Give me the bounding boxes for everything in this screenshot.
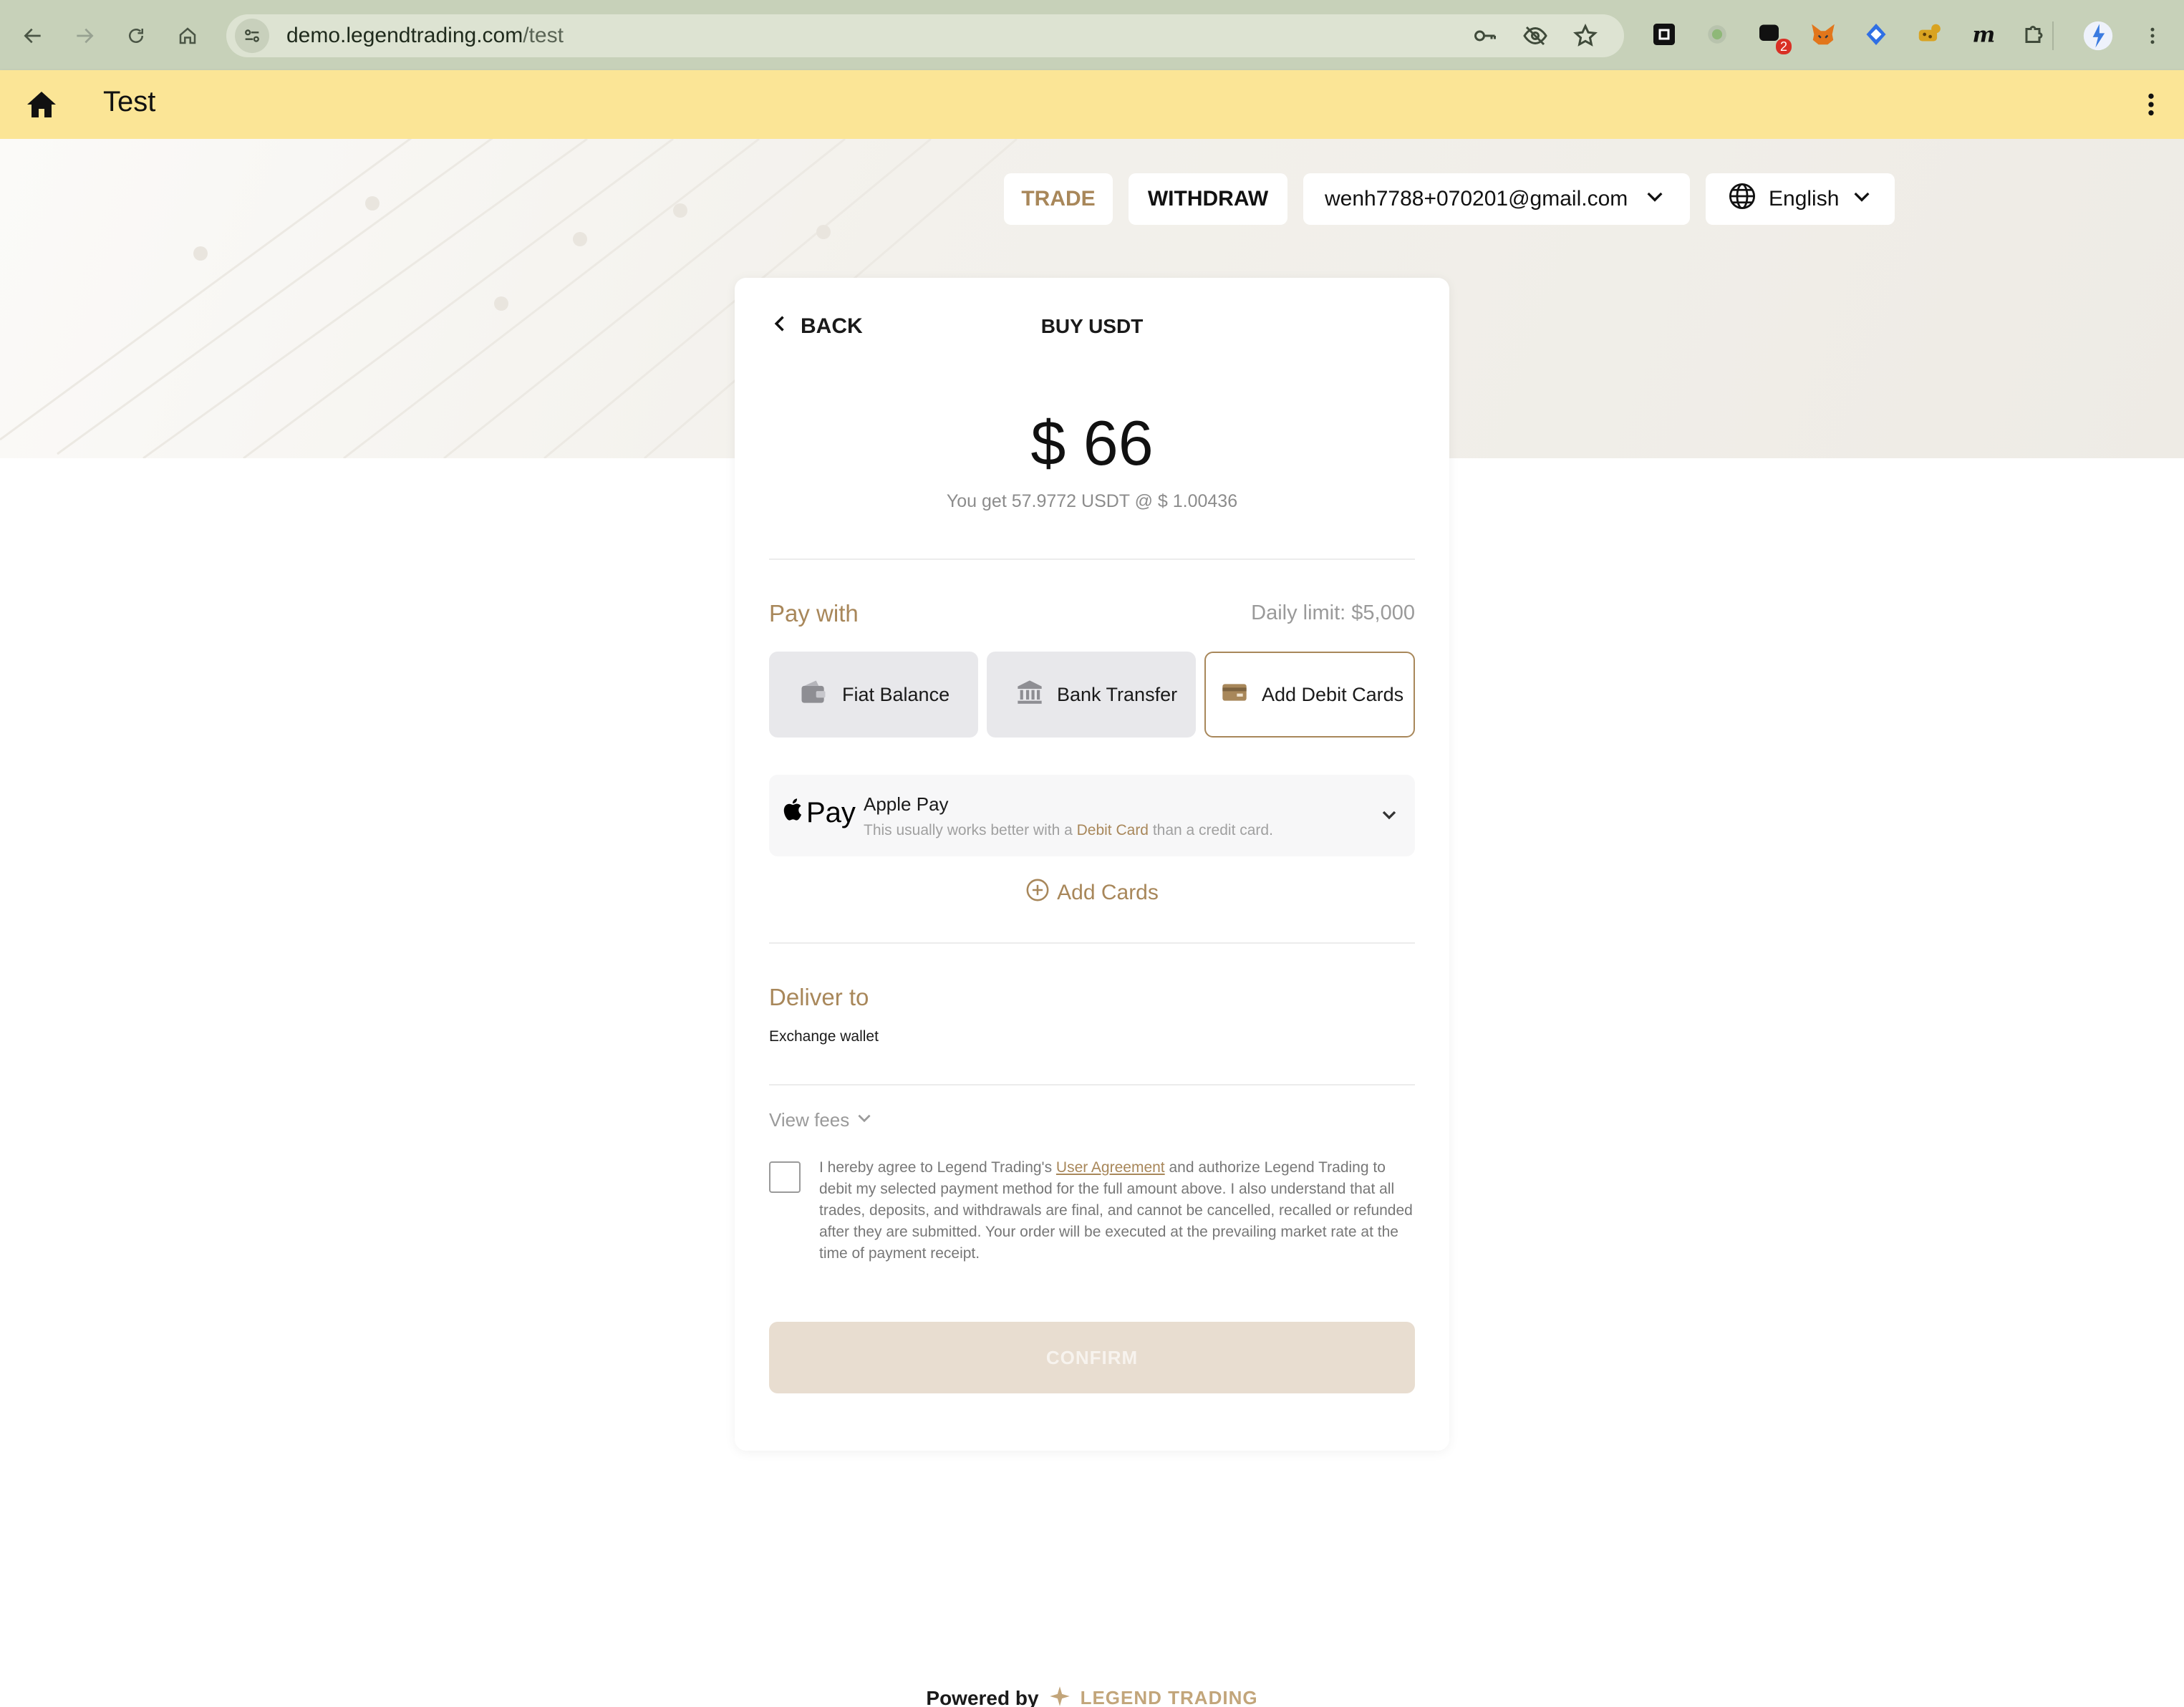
toolbar-divider <box>2052 21 2054 50</box>
bank-icon <box>1015 678 1044 712</box>
language-dropdown[interactable]: English <box>1706 173 1895 225</box>
hint-debit-card: Debit Card <box>1076 822 1149 838</box>
chevron-down-icon <box>1378 803 1401 826</box>
apple-pay-name: Apple Pay <box>864 793 949 815</box>
chevron-down-icon <box>1643 185 1666 213</box>
card-title: BUY USDT <box>1040 315 1144 337</box>
eye-off-icon[interactable] <box>1518 19 1552 53</box>
circle-extension-icon[interactable] <box>1699 16 1736 53</box>
apple-icon <box>783 796 805 829</box>
add-cards-label: Add Cards <box>1057 881 1159 904</box>
app-bar: Test <box>0 70 2184 139</box>
browser-toolbar: demo.legendtrading.com/test 2 m <box>0 0 2184 70</box>
buy-card: BACK BUY USDT $ 66 You get 57.9772 USDT … <box>735 278 1449 1451</box>
powered-by-footer: Powered by LEGEND TRADING <box>0 1686 2184 1707</box>
url-domain: demo.legendtrading.com <box>286 24 523 47</box>
legend-trading-brand: LEGEND TRADING <box>1080 1687 1258 1707</box>
apple-pay-logo-text: Pay <box>806 796 856 828</box>
m-extension-icon[interactable]: m <box>1963 16 2001 53</box>
url-text: demo.legendtrading.com/test <box>286 24 564 48</box>
extension-badge: 2 <box>1775 39 1792 54</box>
withdraw-tab[interactable]: WITHDRAW <box>1129 173 1287 225</box>
confirm-button[interactable]: CONFIRM <box>769 1322 1415 1393</box>
legend-logo-icon <box>1049 1686 1071 1707</box>
add-debit-cards-option[interactable]: Add Debit Cards <box>1204 652 1415 738</box>
deliver-to-label: Deliver to <box>769 984 869 1010</box>
plus-circle-icon <box>1025 878 1050 908</box>
app-title: Test <box>103 86 156 117</box>
user-agreement-link[interactable]: User Agreement <box>1056 1159 1165 1176</box>
you-get-text: You get 57.9772 USDT @ $ 1.00436 <box>946 491 1238 511</box>
add-cards-button[interactable]: Add Cards <box>735 878 1449 908</box>
divider <box>769 1084 1415 1085</box>
daily-limit: Daily limit: $5,000 <box>1251 601 1415 624</box>
bank-transfer-option[interactable]: Bank Transfer <box>987 652 1196 738</box>
chevron-down-icon <box>855 1108 874 1132</box>
pay-with-label: Pay with <box>769 600 859 627</box>
fox-extension-icon[interactable] <box>1804 16 1842 53</box>
home-outline-icon[interactable] <box>169 17 206 54</box>
profile-avatar-icon[interactable] <box>2079 17 2117 54</box>
wallet-icon <box>798 677 829 713</box>
divider <box>769 942 1415 944</box>
trade-tab[interactable]: TRADE <box>1004 173 1113 225</box>
hint-after: than a credit card. <box>1149 822 1273 838</box>
back-arrow-icon[interactable] <box>14 17 52 54</box>
apple-pay-logo: Pay <box>783 796 856 829</box>
url-path: /test <box>523 24 564 47</box>
key-icon[interactable] <box>1468 19 1502 53</box>
fiat-balance-label: Fiat Balance <box>842 683 950 705</box>
card-icon <box>1220 678 1249 712</box>
apple-pay-hint: This usually works better with a Debit C… <box>864 822 1273 839</box>
powered-by-label: Powered by <box>926 1686 1039 1707</box>
more-vert-icon[interactable] <box>2134 87 2168 122</box>
chevron-down-icon <box>1850 185 1873 213</box>
chat-extension-icon[interactable]: 2 <box>1751 16 1792 54</box>
square-extension-icon[interactable] <box>1646 16 1683 53</box>
forward-arrow-icon[interactable] <box>66 17 103 54</box>
globe-icon <box>1727 181 1757 217</box>
account-dropdown[interactable]: wenh7788+070201@gmail.com <box>1303 173 1690 225</box>
site-settings-icon[interactable] <box>235 19 269 53</box>
view-fees-toggle[interactable]: View fees <box>769 1108 874 1132</box>
account-email: wenh7788+070201@gmail.com <box>1325 187 1628 211</box>
agreement-before: I hereby agree to Legend Trading's <box>819 1159 1056 1176</box>
language-label: English <box>1769 187 1840 211</box>
star-icon[interactable] <box>1568 19 1603 53</box>
browser-menu-icon[interactable] <box>2134 17 2171 54</box>
deliver-to-value: Exchange wallet <box>769 1028 879 1045</box>
view-fees-label: View fees <box>769 1109 850 1131</box>
home-icon[interactable] <box>24 87 59 122</box>
fiat-balance-option[interactable]: Fiat Balance <box>769 652 978 738</box>
agreement-checkbox[interactable] <box>769 1161 801 1193</box>
bank-transfer-label: Bank Transfer <box>1057 683 1178 705</box>
add-debit-cards-label: Add Debit Cards <box>1262 683 1404 705</box>
divider <box>769 558 1415 560</box>
puzzle-extensions-icon[interactable] <box>2016 16 2054 53</box>
reload-icon[interactable] <box>117 17 155 54</box>
apple-pay-selector[interactable]: Pay Apple Pay This usually works better … <box>769 775 1415 856</box>
amount-display[interactable]: $ 66 <box>735 407 1449 480</box>
hint-before: This usually works better with a <box>864 822 1077 838</box>
animal-extension-icon[interactable] <box>1910 16 1948 53</box>
diamond-extension-icon[interactable] <box>1857 16 1895 53</box>
agreement-text: I hereby agree to Legend Trading's User … <box>819 1157 1418 1264</box>
svg-text:m: m <box>1973 23 1996 48</box>
address-bar[interactable]: demo.legendtrading.com/test <box>226 14 1624 57</box>
